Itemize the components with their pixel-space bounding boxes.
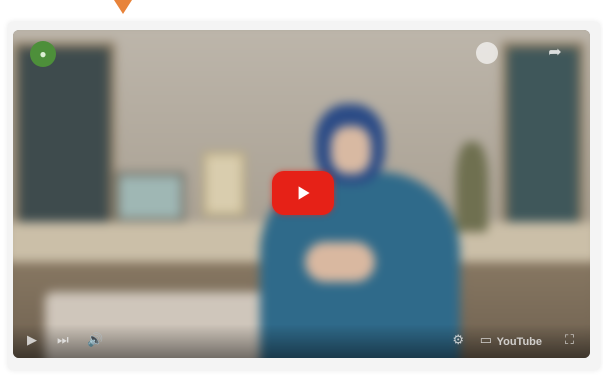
tooltip-pointer xyxy=(114,0,132,14)
video-player[interactable]: ● ➦ ▶ ⏭ 🔊 ⚙ ▭ YouTube ⛶ xyxy=(13,30,590,358)
fullscreen-icon[interactable]: ⛶ xyxy=(565,332,574,348)
play-icon[interactable]: ▶ xyxy=(27,332,37,348)
next-icon[interactable]: ⏭ xyxy=(57,332,69,348)
settings-gear-icon[interactable]: ⚙ xyxy=(452,332,464,348)
youtube-play-icon xyxy=(298,186,310,200)
share-icon[interactable]: ➦ xyxy=(542,42,568,64)
watch-later-icon[interactable] xyxy=(476,42,498,64)
captions-icon[interactable]: ▭ xyxy=(480,332,492,348)
youtube-brand-label[interactable]: YouTube xyxy=(497,336,542,348)
player-controls: ▶ ⏭ 🔊 ⚙ ▭ YouTube ⛶ xyxy=(13,324,590,358)
video-title[interactable] xyxy=(65,45,450,63)
channel-logo-icon[interactable]: ● xyxy=(30,41,56,67)
volume-icon[interactable]: 🔊 xyxy=(87,332,103,348)
youtube-play-button[interactable] xyxy=(272,171,334,215)
